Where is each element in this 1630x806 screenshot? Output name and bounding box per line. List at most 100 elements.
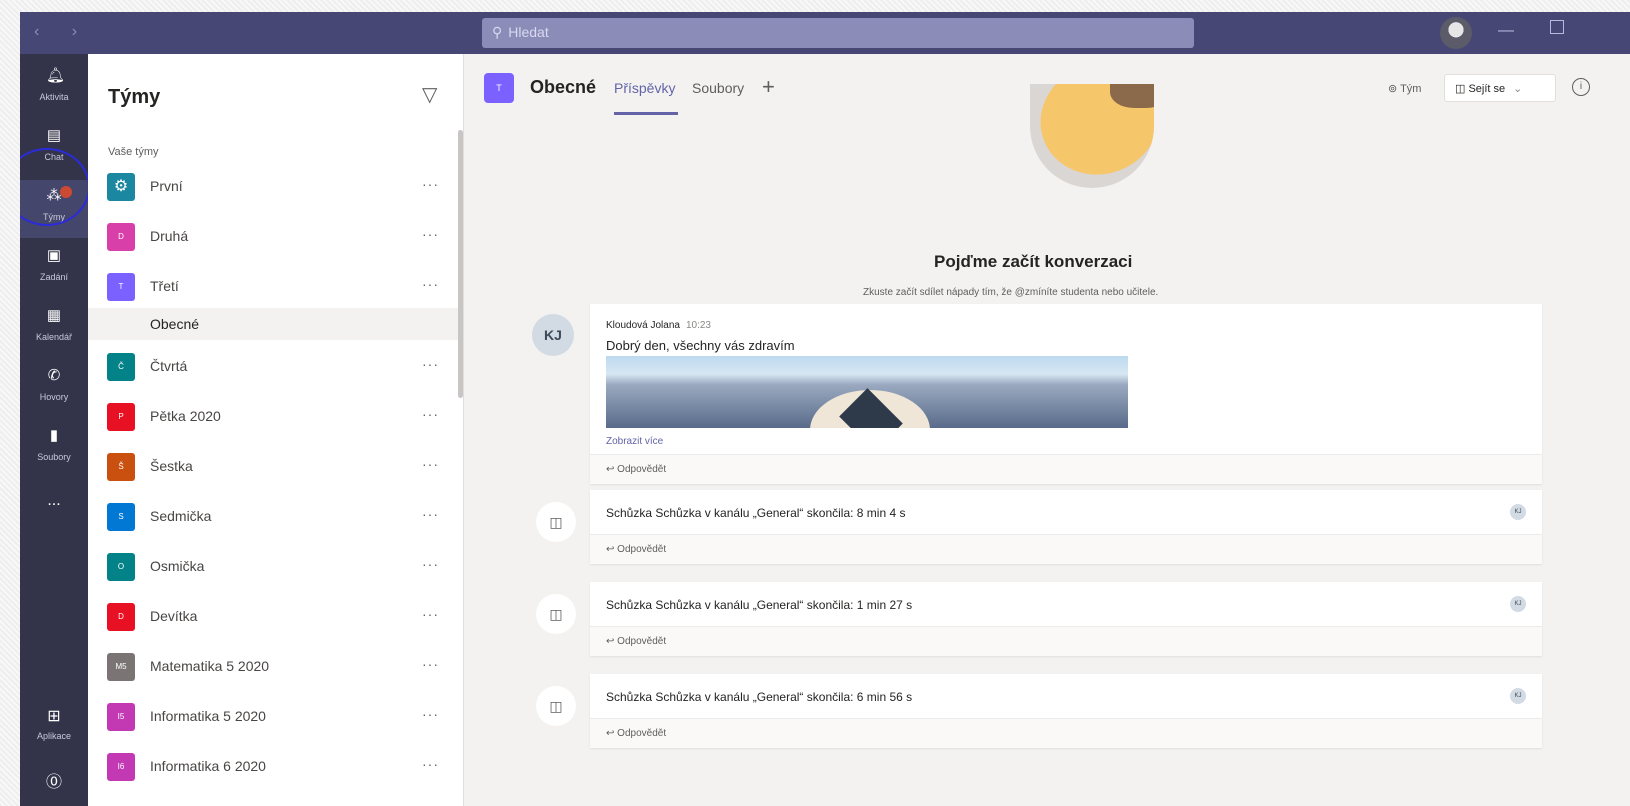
conversation-title: Pojďme začít konverzaci [934, 252, 1133, 271]
reply-button[interactable]: ↩ Odpovědět [590, 454, 1542, 484]
reply-label: Odpovědět [617, 636, 667, 647]
nav-arrows[interactable]: ‹ › [34, 23, 91, 41]
reply-label: Odpovědět [617, 544, 667, 555]
team-icon: ⊚ [1388, 83, 1401, 95]
meeting-card: Schůzka Schůzka v kanálu „General“ skonč… [590, 582, 1542, 656]
app-item-apps[interactable]: ⊞ Aplikace [20, 706, 88, 744]
more-options-icon[interactable]: ··· [422, 176, 439, 192]
more-options-icon[interactable]: ··· [422, 756, 439, 772]
avatar: KJ [1510, 688, 1526, 704]
channel-name: Obecné [150, 316, 200, 332]
avatar: KJ [1510, 596, 1526, 612]
app-item-label: Zadání [39, 272, 69, 282]
files-icon: ▮ [49, 427, 59, 444]
team-avatar: ⚙ [107, 173, 135, 201]
more-options-icon[interactable]: ··· [422, 456, 439, 472]
reply-button[interactable]: ↩ Odpovědět [590, 718, 1542, 748]
team-name: Osmička [150, 558, 205, 574]
reply-button[interactable]: ↩ Odpovědět [590, 626, 1542, 656]
app-item-label: Soubory [37, 452, 71, 462]
info-icon[interactable]: i [1572, 78, 1590, 96]
channel-item-selected[interactable]: Obecné [88, 308, 460, 340]
meet-button-label: Sejít se [1468, 83, 1506, 95]
team-item[interactable]: T Třetí ··· [88, 264, 458, 312]
reply-icon: ↩ [606, 636, 618, 647]
app-item-assignments[interactable]: ▣ Zadání [20, 240, 88, 298]
search-box[interactable]: ⚲ Hledat [482, 18, 1194, 48]
team-avatar: D [107, 603, 135, 631]
team-avatar: S [107, 503, 135, 531]
app-item-help[interactable]: ⓪ [20, 768, 88, 792]
app-item-files[interactable]: ▮ Soubory [20, 420, 88, 478]
meeting-icon: ◫ [536, 502, 576, 542]
team-name: Druhá [150, 228, 189, 244]
team-item[interactable]: P Pětka 2020 ··· [88, 394, 458, 442]
more-options-icon[interactable]: ··· [422, 706, 439, 722]
minimize-icon[interactable]: — [1498, 22, 1514, 40]
team-avatar: O [107, 553, 135, 581]
team-avatar: Č [107, 353, 135, 381]
filter-icon[interactable]: ▽ [422, 82, 437, 107]
more-options-icon[interactable]: ··· [422, 606, 439, 622]
channel-team-avatar: T [484, 73, 514, 103]
more-apps-button[interactable]: ... [20, 492, 88, 510]
more-options-icon[interactable]: ··· [422, 276, 439, 292]
team-item[interactable]: I6 Informatika 6 2020 ··· [88, 744, 458, 792]
reply-icon: ↩ [606, 464, 618, 475]
teams-window: ‹ › ⚲ Hledat — 🔔︎ Aktivita ▤ Chat ⁂ Týmy … [20, 12, 1630, 806]
team-button[interactable]: ⊚ Tým [1388, 82, 1421, 95]
team-name: Čtvrtá [150, 358, 188, 374]
apps-icon: ⊞ [47, 708, 61, 725]
more-options-icon[interactable]: ··· [422, 656, 439, 672]
team-avatar: M5 [107, 653, 135, 681]
team-item[interactable]: D Devítka ··· [88, 594, 458, 642]
avatar: KJ [1510, 504, 1526, 520]
team-item[interactable]: I5 Informatika 5 2020 ··· [88, 694, 458, 742]
reply-label: Odpovědět [617, 728, 667, 739]
team-item[interactable]: S Sedmička ··· [88, 494, 458, 542]
app-item-calls[interactable]: ✆ Hovory [20, 360, 88, 418]
app-item-calendar[interactable]: ▦ Kalendář [20, 300, 88, 358]
team-item[interactable]: M5 Matematika 5 2020 ··· [88, 644, 458, 692]
team-avatar: D [107, 223, 135, 251]
active-tab-indicator [614, 112, 678, 115]
meeting-card: Schůzka Schůzka v kanálu „General“ skonč… [590, 490, 1542, 564]
profile-avatar[interactable] [1440, 17, 1472, 49]
team-avatar: Š [107, 453, 135, 481]
reply-button[interactable]: ↩ Odpovědět [590, 534, 1542, 564]
team-item[interactable]: ⚙ První ··· [88, 164, 458, 212]
team-name: Šestka [150, 458, 193, 474]
team-name: Matematika 5 2020 [150, 658, 270, 674]
team-item[interactable]: O Osmička ··· [88, 544, 458, 592]
maximize-icon[interactable] [1550, 20, 1564, 34]
welcome-illustration [1030, 84, 1154, 188]
meeting-text: Schůzka Schůzka v kanálu „General“ skonč… [606, 598, 913, 612]
add-tab-button[interactable]: + [762, 74, 775, 100]
more-options-icon[interactable]: ··· [422, 356, 439, 372]
teams-panel-title: Týmy [108, 86, 161, 108]
more-options-icon[interactable]: ··· [422, 226, 439, 242]
meeting-text: Schůzka Schůzka v kanálu „General“ skonč… [606, 690, 913, 704]
show-more-link[interactable]: Zobrazit více [606, 436, 663, 447]
meet-now-button[interactable]: ◫ Sejít se ⌄ [1444, 74, 1556, 102]
tab-posts[interactable]: Příspěvky [614, 80, 675, 96]
post-image[interactable] [606, 356, 1128, 428]
team-name: Devítka [150, 608, 198, 624]
team-item[interactable]: Č Čtvrtá ··· [88, 344, 458, 392]
team-avatar: I6 [107, 753, 135, 781]
more-options-icon[interactable]: ··· [422, 556, 439, 572]
meeting-icon: ◫ [536, 686, 576, 726]
post-text: Dobrý den, všechny vás zdravím [606, 338, 795, 353]
avatar[interactable]: KJ [532, 314, 574, 356]
team-item[interactable]: D Druhá ··· [88, 214, 458, 262]
team-name: Informatika 6 2020 [150, 758, 266, 774]
app-item-activity[interactable]: 🔔︎ Aktivita [20, 60, 88, 118]
team-avatar: I5 [107, 703, 135, 731]
more-options-icon[interactable]: ··· [422, 406, 439, 422]
team-name: Informatika 5 2020 [150, 708, 266, 724]
more-options-icon[interactable]: ··· [422, 506, 439, 522]
team-item[interactable]: Š Šestka ··· [88, 444, 458, 492]
search-icon: ⚲ [492, 24, 503, 40]
tab-files[interactable]: Soubory [692, 80, 744, 96]
teams-scrollbar[interactable] [458, 130, 463, 398]
